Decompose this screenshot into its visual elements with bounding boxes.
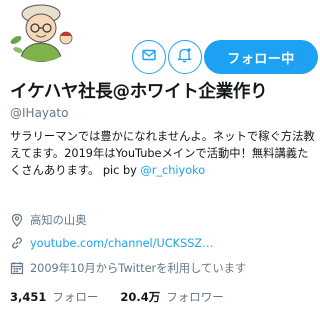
direct-message-button[interactable]	[132, 40, 166, 74]
profile-name: イケハヤ社長@ホワイト企業作り	[10, 82, 268, 102]
bio-mention-link[interactable]: @r_chiyoko	[140, 164, 205, 177]
join-date-text: 2009年10月からTwitterを利用しています	[30, 262, 247, 275]
profile-website[interactable]: youtube.com/channel/UCKSSZ…	[10, 236, 213, 250]
mail-icon	[141, 47, 157, 67]
link-icon	[10, 236, 24, 250]
bell-plus-icon	[176, 46, 194, 68]
calendar-icon	[10, 261, 24, 275]
profile-stats: 3,451 フォロー 20.4万 フォロワー	[10, 289, 224, 305]
profile-join-date: 2009年10月からTwitterを利用しています	[10, 260, 246, 276]
following-button[interactable]: フォロー中	[204, 40, 318, 74]
profile-avatar[interactable]	[6, 0, 76, 62]
notifications-button[interactable]	[168, 40, 202, 74]
followers-label[interactable]: フォロワー	[166, 289, 224, 305]
profile-location: 高知の山奥	[10, 212, 87, 228]
avatar-illustration	[10, 4, 73, 62]
website-link[interactable]: youtube.com/channel/UCKSSZ…	[30, 237, 213, 250]
location-text: 高知の山奥	[30, 214, 87, 227]
following-count[interactable]: 3,451	[10, 290, 46, 304]
following-label[interactable]: フォロー	[52, 289, 98, 305]
profile-handle: @IHayato	[10, 106, 69, 120]
location-pin-icon	[10, 213, 24, 227]
profile-bio: サラリーマンでは豊かになれませんよ。ネットで稼ぐ方法教えてます。2019年はYo…	[10, 128, 316, 179]
followers-count[interactable]: 20.4万	[120, 289, 160, 305]
